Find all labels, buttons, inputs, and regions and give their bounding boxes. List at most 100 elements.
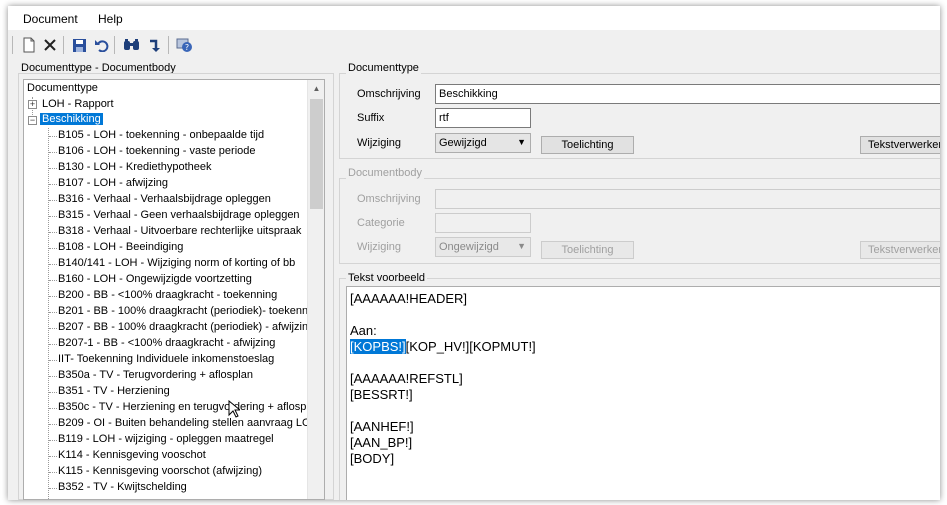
scroll-up-arrow-icon[interactable]: ▲ xyxy=(308,80,324,97)
tree-leaf[interactable]: B351 - TV - Herziening xyxy=(58,385,170,400)
tree-scrollbar[interactable]: ▲ xyxy=(307,80,324,499)
preview-line: [AAN_BP!] xyxy=(350,435,413,450)
tree-guide xyxy=(49,424,57,425)
tree-leaf[interactable]: B350a - TV - Terugvordering + aflosplan xyxy=(58,369,253,384)
tree-leaf[interactable]: B105 - LOH - toekenning - onbepaalde tij… xyxy=(58,129,264,144)
tree-leaf[interactable]: B200 - BB - <100% draagkracht - toekenni… xyxy=(58,289,277,304)
tree-node-beschikking[interactable]: − Beschikking xyxy=(24,113,304,128)
tree-guide xyxy=(49,296,57,297)
omschrijving-label: Omschrijving xyxy=(357,88,421,100)
tree-guide xyxy=(49,152,57,153)
expand-icon[interactable]: + xyxy=(28,100,37,109)
toolbar: ? xyxy=(8,32,940,58)
toolbar-separator xyxy=(114,36,115,54)
menu-help[interactable]: Help xyxy=(98,12,123,26)
tree-guide xyxy=(49,136,57,137)
find-icon[interactable] xyxy=(121,35,141,55)
tree-leaf[interactable]: B207 - BB - 100% draagkracht (periodiek)… xyxy=(58,321,314,336)
scroll-thumb[interactable] xyxy=(310,99,323,209)
goto-icon[interactable] xyxy=(145,35,165,55)
preview-line: [AAAAAA!REFSTL] xyxy=(350,371,463,386)
tree-guide xyxy=(49,376,57,377)
menu-bar: Document Help xyxy=(8,6,940,30)
undo-icon[interactable] xyxy=(91,35,111,55)
body-omschrijving-field xyxy=(435,189,940,209)
tree-leaf[interactable]: B352 - TV - Kwijtschelding xyxy=(58,481,187,496)
svg-text:?: ? xyxy=(184,43,188,52)
preview-line-rest: [KOP_HV!][KOPMUT!] xyxy=(405,339,536,354)
body-tekstverwerker-button: Tekstverwerker xyxy=(860,241,940,259)
tree-guide xyxy=(49,392,57,393)
tree-leaf[interactable]: IIT- Toekenning Individuele inkomenstoes… xyxy=(58,353,274,368)
tree-leaf[interactable]: B318 - Verhaal - Uitvoerbare rechterlijk… xyxy=(58,225,301,240)
tree-guide xyxy=(49,360,57,361)
tree-guide xyxy=(49,472,57,473)
preview-line xyxy=(350,307,937,323)
documentbody-group-title: Documentbody xyxy=(346,167,424,179)
collapse-icon[interactable]: − xyxy=(28,116,37,125)
tree-guide xyxy=(49,312,57,313)
tree-leaf[interactable]: B130 - LOH - Krediethypotheek xyxy=(58,161,211,176)
tree-root[interactable]: Documenttype xyxy=(27,82,98,97)
preview-text-area[interactable]: [AAAAAA!HEADER] Aan: [KOPBS!][KOP_HV!][K… xyxy=(346,286,940,500)
tree-guide xyxy=(49,232,57,233)
preview-line xyxy=(350,403,937,419)
documenttype-group-title: Documenttype xyxy=(346,62,421,74)
tree-leaf[interactable]: K115 - Kennisgeving voorschot (afwijzing… xyxy=(58,465,262,480)
preview-line: [AAAAAA!HEADER] xyxy=(350,291,468,306)
toolbar-grip xyxy=(12,36,13,54)
preview-line: [KOPBS!][KOP_HV!][KOPMUT!] xyxy=(350,339,937,355)
body-omschrijving-label: Omschrijving xyxy=(357,193,421,205)
tree-node-label[interactable]: Beschikking xyxy=(40,113,103,125)
preview-line xyxy=(350,355,937,371)
body-wijziging-select-value: Ongewijzigd xyxy=(439,241,499,253)
help-icon[interactable]: ? xyxy=(174,35,194,55)
categorie-field xyxy=(435,213,531,233)
omschrijving-field[interactable]: Beschikking xyxy=(435,84,940,104)
tree-leaf[interactable]: B108 - LOH - Beeindiging xyxy=(58,241,183,256)
preview-line: Aan: xyxy=(350,323,377,338)
tree-leaf[interactable]: B201 - BB - 100% draagkracht (periodiek)… xyxy=(58,305,317,320)
tree-leaf[interactable]: K114 - Kennisgeving vooschot xyxy=(58,449,206,464)
tree-guide xyxy=(49,440,57,441)
tree-leaf[interactable]: B160 - LOH - Ongewijzigde voortzetting xyxy=(58,273,252,288)
toolbar-separator xyxy=(63,36,64,54)
tree-guide xyxy=(49,328,57,329)
tree-leaf[interactable]: B209 - OI - Buiten behandeling stellen a… xyxy=(58,417,319,432)
tree-leaf[interactable]: B140/141 - LOH - Wijziging norm of korti… xyxy=(58,257,295,272)
tree-guide xyxy=(49,456,57,457)
tree-leaf[interactable]: B350c - TV - Herziening en terugvorderin… xyxy=(58,401,321,416)
chevron-down-icon: ▼ xyxy=(517,137,526,147)
tree-node-loh-rapport[interactable]: + LOH - Rapport xyxy=(24,97,304,112)
tree-leaf[interactable]: B316 - Verhaal - Verhaalsbijdrage oplegg… xyxy=(58,193,271,208)
tree-leaf[interactable]: B315 - Verhaal - Geen verhaalsbijdrage o… xyxy=(58,209,300,224)
wijziging-label: Wijziging xyxy=(357,137,402,149)
toelichting-button[interactable]: Toelichting xyxy=(541,136,634,154)
tree-leaf[interactable]: B119 - LOH - wijziging - opleggen maatre… xyxy=(58,433,274,448)
preview-group-title: Tekst voorbeeld xyxy=(346,272,428,284)
toolbar-separator xyxy=(168,36,169,54)
preview-line: [AANHEF!] xyxy=(350,419,414,434)
preview-line: [BESSRT!] xyxy=(350,387,413,402)
tree-guide xyxy=(49,280,57,281)
tree-guide xyxy=(49,200,57,201)
document-tree[interactable]: Documenttype + LOH - Rapport − Beschikki… xyxy=(23,79,325,500)
menu-document[interactable]: Document xyxy=(23,12,78,26)
tree-leaf[interactable]: B106 - LOH - toekenning - vaste periode xyxy=(58,145,256,160)
application-window: Document Help ? Documenttype - Documentb… xyxy=(8,6,940,500)
tree-node-label[interactable]: LOH - Rapport xyxy=(42,98,114,110)
wijziging-select[interactable]: Gewijzigd ▼ xyxy=(435,133,531,153)
tree-leaf[interactable]: B207-1 - BB - <100% draagkracht - afwijz… xyxy=(58,337,275,352)
suffix-label: Suffix xyxy=(357,112,385,124)
suffix-field[interactable]: rtf xyxy=(435,108,531,128)
tekstverwerker-button[interactable]: Tekstverwerker xyxy=(860,136,940,154)
tree-guide xyxy=(49,184,57,185)
new-document-icon[interactable] xyxy=(19,35,39,55)
tree-leaf[interactable]: B107 - LOH - afwijzing xyxy=(58,177,168,192)
wijziging-select-value: Gewijzigd xyxy=(439,137,487,149)
body-wijziging-select: Ongewijzigd ▼ xyxy=(435,237,531,257)
delete-icon[interactable] xyxy=(40,35,60,55)
tree-guide xyxy=(49,216,57,217)
save-icon[interactable] xyxy=(69,35,89,55)
preview-selection: [KOPBS!] xyxy=(350,339,406,354)
